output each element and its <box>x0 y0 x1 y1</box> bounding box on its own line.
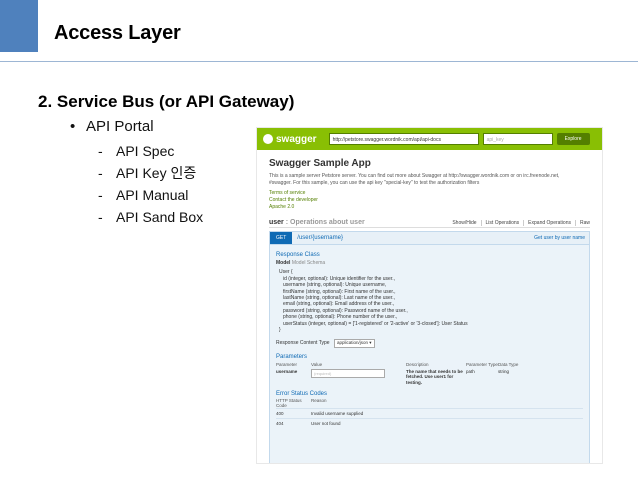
parameter-row: username (required) The name that needs … <box>276 368 510 385</box>
operation-summary[interactable]: Get user by user name <box>534 235 585 241</box>
bullet-dot-icon: • <box>70 118 76 135</box>
list-item-label: API Manual <box>116 187 189 203</box>
list-item-label: API Sand Box <box>116 209 204 225</box>
explore-button[interactable]: Explore <box>556 133 590 145</box>
contact-link[interactable]: Contact the developer <box>269 197 590 204</box>
bullet-api-portal: • API Portal <box>70 118 154 135</box>
expand-operations-link[interactable]: Expand Operations <box>523 220 571 226</box>
model-line: } <box>279 327 281 334</box>
list-item: - API Manual <box>98 187 189 203</box>
swagger-logo-icon <box>263 134 273 144</box>
sub-bullet-list: - API Spec - API Key 인증 - API Manual - API S… <box>98 140 203 228</box>
list-item-label: API Spec <box>116 143 175 159</box>
resource-links: Show/Hide List Operations Expand Operati… <box>448 220 590 226</box>
response-class-title: Response Class <box>276 252 320 258</box>
errors-header: HTTP Status Code Reason <box>276 398 327 409</box>
http-method-badge: GET <box>270 232 293 244</box>
swagger-screenshot: swagger http://petstore.swagger.wordnik.… <box>256 127 603 464</box>
model-tab[interactable]: Model <box>276 260 290 266</box>
swagger-header: swagger http://petstore.swagger.wordnik.… <box>257 128 602 150</box>
operation-path[interactable]: /user/{username} <box>297 235 534 241</box>
resource-header: user : Operations about user Show/Hide L… <box>269 219 590 228</box>
parameters-title: Parameters <box>276 353 308 360</box>
section-heading: 2. Service Bus (or API Gateway) <box>38 92 295 111</box>
slide-title: Access Layer <box>54 22 181 44</box>
title-divider <box>0 61 638 62</box>
model-tabs: Model Model Schema <box>276 260 583 266</box>
app-title: Swagger Sample App <box>269 158 371 169</box>
list-item: - API Key 인증 <box>98 165 197 181</box>
content-type-select[interactable]: application/json ▾ <box>333 339 375 348</box>
model-schema-tab[interactable]: Model Schema <box>292 260 325 266</box>
app-description: This is a sample server Petstore server.… <box>269 173 560 186</box>
errors-title: Error Status Codes <box>276 391 328 398</box>
info-links: Terms of service Contact the developer A… <box>269 190 590 211</box>
raw-link[interactable]: Raw <box>574 220 590 226</box>
list-item: - API Spec <box>98 143 175 159</box>
content-type-row: Response Content Type application/json ▾ <box>276 339 583 348</box>
show-hide-link[interactable]: Show/Hide <box>448 220 476 226</box>
license-link[interactable]: Apache 2.0 <box>269 204 590 211</box>
swagger-body: Swagger Sample App This is a sample serv… <box>257 150 602 463</box>
parameters-header: Parameter Value Description Parameter Ty… <box>276 361 519 367</box>
list-item-label: API Key 인증 <box>116 165 197 181</box>
error-row: 404 User not found <box>276 418 583 428</box>
error-row: 400 Invalid username supplied <box>276 408 583 418</box>
operation-details: Response Class Model Model Schema User {… <box>269 245 590 463</box>
bullet-label: API Portal <box>86 118 154 135</box>
list-item: - API Sand Box <box>98 209 204 225</box>
content-type-label: Response Content Type <box>276 340 330 347</box>
list-operations-link[interactable]: List Operations <box>480 220 519 226</box>
corner-accent-block <box>0 0 38 52</box>
resource-title[interactable]: user : Operations about user <box>269 219 448 226</box>
username-param-input[interactable]: (required) <box>311 368 385 378</box>
url-input[interactable]: http://petstore.swagger.wordnik.com/api/… <box>328 133 479 145</box>
model-definition: User { id (integer, optional): Unique id… <box>276 269 583 333</box>
api-key-input[interactable]: api_key <box>482 133 553 145</box>
terms-link[interactable]: Terms of service <box>269 190 590 197</box>
operation-get-user[interactable]: GET /user/{username} Get user by user na… <box>269 231 590 245</box>
swagger-logo: swagger <box>263 134 317 145</box>
chevron-down-icon: ▾ <box>369 340 372 346</box>
